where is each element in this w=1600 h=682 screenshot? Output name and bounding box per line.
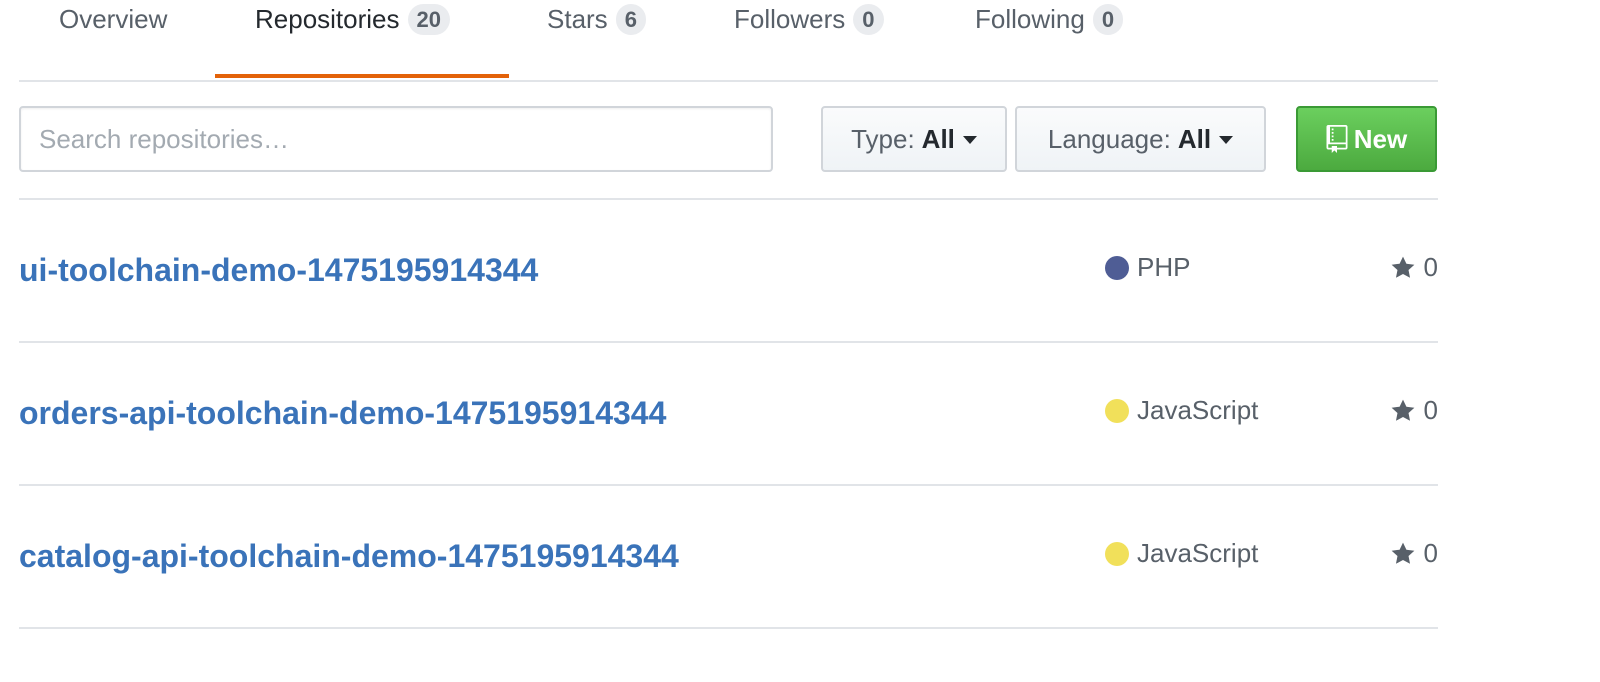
repo-stargazers-link[interactable]: 0 [1390,395,1438,426]
repo-language: JavaScript [1105,538,1258,569]
list-item: catalog-api-toolchain-demo-1475195914344… [19,486,1438,629]
search-repositories-input[interactable] [19,106,773,172]
following-counter: 0 [1092,4,1124,35]
new-repository-button[interactable]: New [1296,106,1437,172]
tab-followers[interactable]: Followers 0 [734,0,924,76]
type-filter-label: Type: [851,123,915,154]
repo-language: PHP [1105,252,1190,283]
type-filter-value: All [921,123,955,154]
tab-overview[interactable]: Overview [59,0,199,76]
profile-tabs: Overview Repositories 20 Stars 6 Followe… [19,0,1438,82]
stars-counter: 6 [615,4,646,35]
language-label: JavaScript [1137,538,1259,568]
star-count: 0 [1423,538,1438,568]
language-color-dot [1105,255,1129,280]
tab-repositories[interactable]: Repositories 20 [215,0,509,78]
type-filter-dropdown[interactable]: Type: All [821,106,1007,172]
new-button-label: New [1353,123,1408,154]
list-item: orders-api-toolchain-demo-1475195914344 … [19,343,1438,486]
tab-stars[interactable]: Stars 6 [547,0,677,76]
tab-label: Stars [547,4,608,34]
repo-name-link[interactable]: ui-toolchain-demo-1475195914344 [19,252,538,289]
repo-language: JavaScript [1105,395,1258,426]
repo-stargazers-link[interactable]: 0 [1390,252,1438,283]
language-color-dot [1105,398,1129,423]
language-label: PHP [1137,252,1191,282]
tab-label: Overview [59,4,168,34]
repo-stargazers-link[interactable]: 0 [1390,538,1438,569]
language-filter-label: Language: [1047,123,1171,154]
language-filter-dropdown[interactable]: Language: All [1015,106,1266,172]
tab-following[interactable]: Following 0 [975,0,1175,76]
repo-name-link[interactable]: orders-api-toolchain-demo-1475195914344 [19,395,666,432]
star-icon [1391,256,1414,278]
language-filter-value: All [1177,123,1212,154]
star-icon [1391,399,1414,421]
repo-name-link[interactable]: catalog-api-toolchain-demo-1475195914344 [19,538,679,575]
list-item: ui-toolchain-demo-1475195914344 PHP 0 [19,200,1438,343]
caret-down-icon [1219,136,1234,144]
star-count: 0 [1423,252,1438,282]
caret-down-icon [962,136,977,144]
star-icon [1391,542,1414,564]
tab-label: Following [975,4,1085,34]
language-label: JavaScript [1137,395,1259,425]
tab-label: Followers [734,4,846,34]
profile-content: Overview Repositories 20 Stars 6 Followe… [19,0,1438,629]
repository-list: ui-toolchain-demo-1475195914344 PHP 0 or… [19,200,1438,629]
star-count: 0 [1423,395,1438,425]
repositories-counter: 20 [407,4,450,35]
repo-book-icon [1326,125,1348,153]
followers-counter: 0 [853,4,884,35]
repo-filter-bar: Type: All Language: All New [19,82,1438,200]
language-color-dot [1105,541,1129,566]
tab-label: Repositories [255,4,400,34]
